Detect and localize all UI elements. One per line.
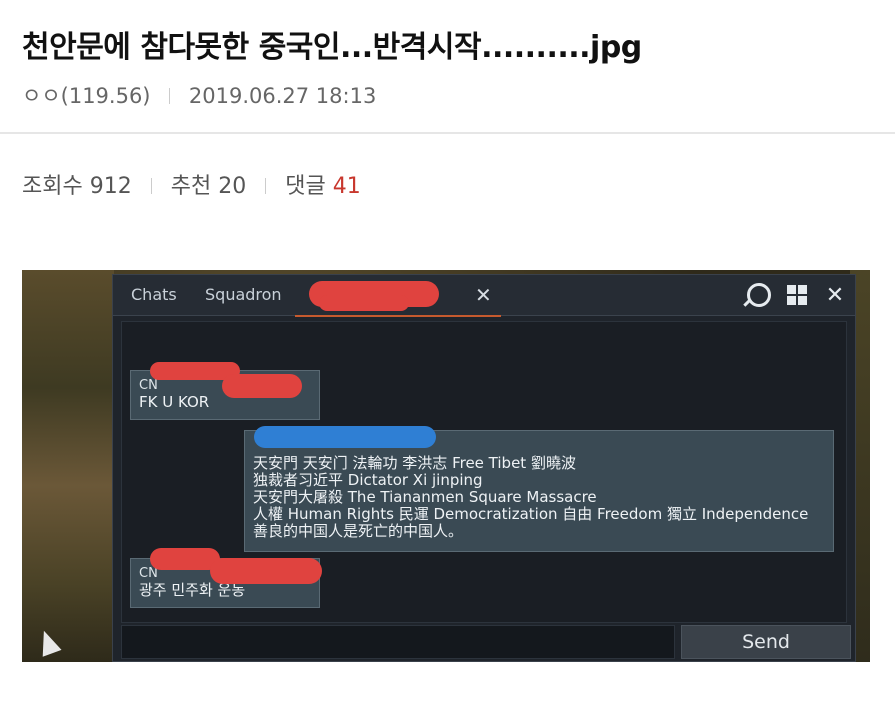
- redaction-mark: [210, 558, 322, 584]
- chat-tab-bar: Chats Squadron ✕ ✕: [113, 275, 855, 317]
- send-button[interactable]: Send: [681, 625, 851, 659]
- redaction-mark: [319, 295, 409, 311]
- grid-icon[interactable]: [785, 283, 809, 307]
- tab-squadron[interactable]: Squadron: [205, 275, 282, 315]
- views-count: 912: [89, 174, 132, 199]
- message-text: 광주 민주화 운동: [139, 581, 246, 599]
- tab-chats[interactable]: Chats: [131, 275, 177, 315]
- comments-label[interactable]: 댓글: [285, 174, 325, 199]
- tab-close-icon[interactable]: ✕: [475, 283, 492, 307]
- game-terrain: [22, 270, 114, 662]
- chat-message: 天安門 天安门 法輪功 李洪志 Free Tibet 劉曉波 独裁者习近平 Di…: [244, 430, 834, 552]
- recommend-label: 추천: [170, 174, 212, 199]
- redaction-mark: [222, 374, 302, 398]
- post-title: 천안문에 참다못한 중국인...반격시작..........jpg: [22, 30, 642, 65]
- message-text: 天安門 天安门 法輪功 李洪志 Free Tibet 劉曉波: [253, 454, 576, 472]
- post-meta: ㅇㅇ(119.56) 2019.06.27 18:13: [22, 80, 376, 110]
- message-text: 天安門大屠殺 The Tiananmen Square Massacre: [253, 488, 597, 506]
- game-chat-window: Chats Squadron ✕ ✕ CN FK U KOR 天安門 天安门 法…: [112, 274, 856, 662]
- post-date: 2019.06.27 18:13: [188, 84, 377, 108]
- post-stats: 조회수 912 추천 20 댓글 41: [22, 168, 361, 200]
- header-divider: [0, 132, 895, 134]
- message-text: 善良的中国人是死亡的中国人。: [253, 522, 464, 540]
- divider: [169, 88, 171, 104]
- views-label: 조회수: [22, 174, 83, 199]
- post-image: Chats Squadron ✕ ✕ CN FK U KOR 天安門 天安门 法…: [22, 270, 870, 662]
- magnifier-icon[interactable]: [747, 283, 771, 307]
- redaction-mark: [254, 426, 436, 448]
- author-name[interactable]: ㅇㅇ(119.56): [22, 84, 151, 108]
- message-text: 独裁者习近平 Dictator Xi jinping: [253, 471, 483, 489]
- divider: [150, 178, 152, 194]
- message-text: 人權 Human Rights 民運 Democratization 自由 Fr…: [253, 505, 809, 523]
- close-icon[interactable]: ✕: [823, 283, 847, 308]
- comments-count[interactable]: 41: [333, 174, 361, 199]
- recommend-count: 20: [218, 174, 247, 199]
- divider: [265, 178, 267, 194]
- window-controls: ✕: [747, 281, 847, 309]
- chat-input[interactable]: [121, 625, 675, 659]
- chat-messages[interactable]: CN FK U KOR 天安門 天安门 法輪功 李洪志 Free Tibet 劉…: [121, 321, 847, 623]
